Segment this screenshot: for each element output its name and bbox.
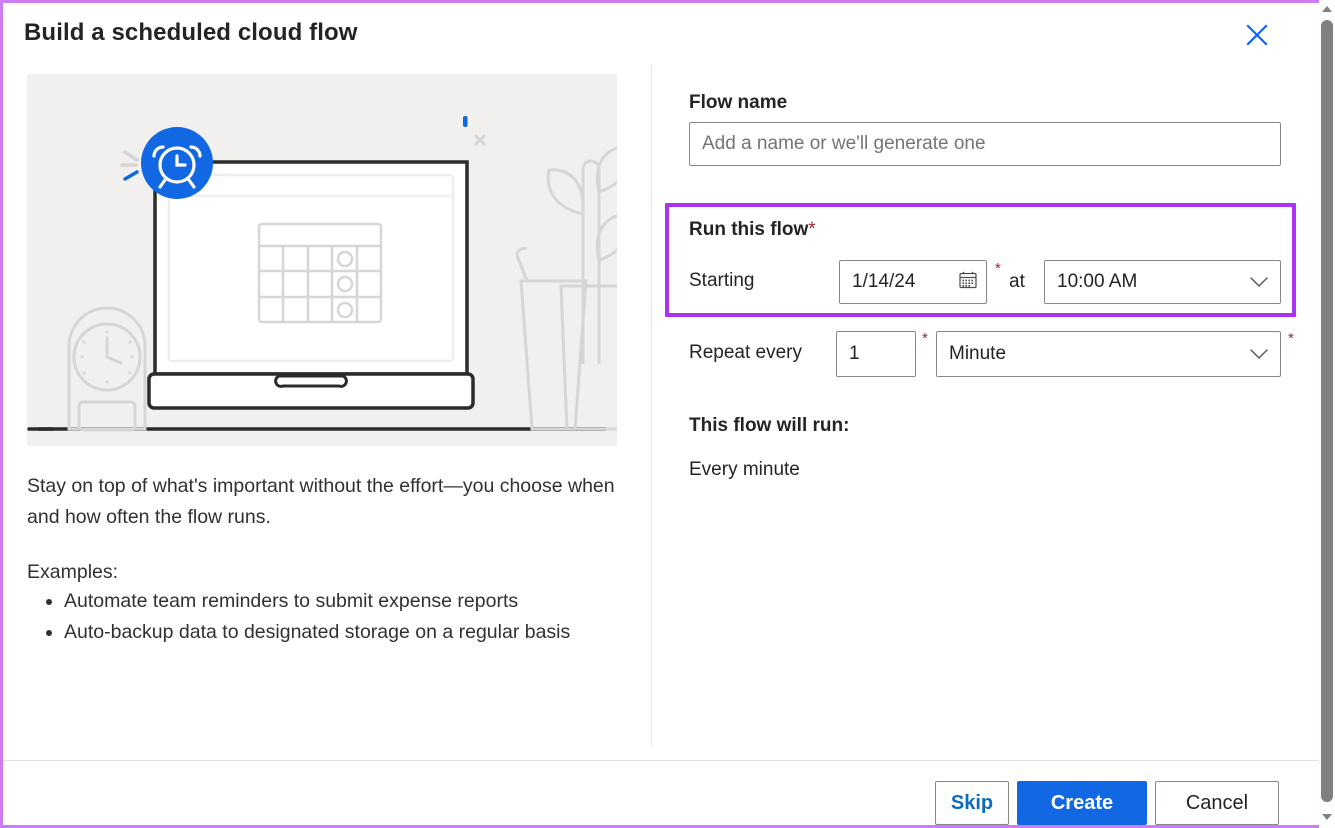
at-label: at bbox=[1009, 271, 1025, 293]
skip-button[interactable]: Skip bbox=[935, 781, 1009, 825]
run-this-flow-label: Run this flow* bbox=[689, 219, 816, 241]
repeat-count-input[interactable] bbox=[836, 331, 916, 377]
close-button[interactable] bbox=[1235, 15, 1279, 55]
dialog-title-bar: Build a scheduled cloud flow bbox=[3, 3, 1332, 65]
repeat-count-required-marker: * bbox=[922, 331, 928, 346]
start-time-value: 10:00 AM bbox=[1057, 271, 1248, 293]
vertical-scrollbar[interactable] bbox=[1319, 0, 1335, 828]
chevron-down-icon[interactable] bbox=[1248, 275, 1270, 289]
repeat-every-label: Repeat every bbox=[689, 342, 802, 364]
list-item: Automate team reminders to submit expens… bbox=[64, 586, 607, 617]
right-form-panel: Flow name Run this flow* Starting 1/14/2… bbox=[652, 65, 1332, 746]
scrollbar-thumb[interactable] bbox=[1321, 20, 1333, 802]
create-button[interactable]: Create bbox=[1017, 781, 1147, 825]
examples-label: Examples: bbox=[27, 557, 118, 588]
start-date-required-marker: * bbox=[995, 261, 1001, 276]
scroll-down-arrow-icon[interactable] bbox=[1319, 808, 1335, 825]
repeat-unit-required-marker: * bbox=[1288, 331, 1294, 346]
dialog-body: Stay on top of what's important without … bbox=[3, 65, 1332, 760]
start-time-dropdown[interactable]: 10:00 AM bbox=[1044, 260, 1281, 304]
repeat-unit-value: Minute bbox=[949, 343, 1248, 365]
panel-description: Stay on top of what's important without … bbox=[27, 471, 627, 533]
chevron-down-icon[interactable] bbox=[1248, 347, 1270, 361]
scroll-up-arrow-icon[interactable] bbox=[1319, 0, 1335, 17]
starting-label: Starting bbox=[689, 270, 754, 292]
start-date-value: 1/14/24 bbox=[852, 271, 958, 293]
required-marker: * bbox=[808, 219, 815, 240]
scheduled-flow-illustration bbox=[27, 74, 617, 446]
page-title: Build a scheduled cloud flow bbox=[24, 19, 358, 47]
examples-list: Automate team reminders to submit expens… bbox=[27, 586, 607, 648]
build-scheduled-cloud-flow-dialog: Build a scheduled cloud flow bbox=[0, 0, 1335, 828]
close-icon bbox=[1244, 22, 1270, 48]
calendar-icon[interactable] bbox=[958, 270, 978, 295]
flow-name-input[interactable] bbox=[689, 122, 1281, 166]
start-date-field[interactable]: 1/14/24 bbox=[839, 260, 987, 304]
flow-run-summary-label: This flow will run: bbox=[689, 415, 849, 437]
dialog-footer: Skip Create Cancel bbox=[3, 761, 1332, 825]
left-info-panel: Stay on top of what's important without … bbox=[3, 65, 651, 746]
run-this-flow-label-text: Run this flow bbox=[689, 219, 808, 240]
cancel-button[interactable]: Cancel bbox=[1155, 781, 1279, 825]
flow-name-label: Flow name bbox=[689, 92, 787, 114]
list-item: Auto-backup data to designated storage o… bbox=[64, 617, 607, 648]
flow-run-summary-value: Every minute bbox=[689, 459, 800, 481]
repeat-unit-dropdown[interactable]: Minute bbox=[936, 331, 1281, 377]
